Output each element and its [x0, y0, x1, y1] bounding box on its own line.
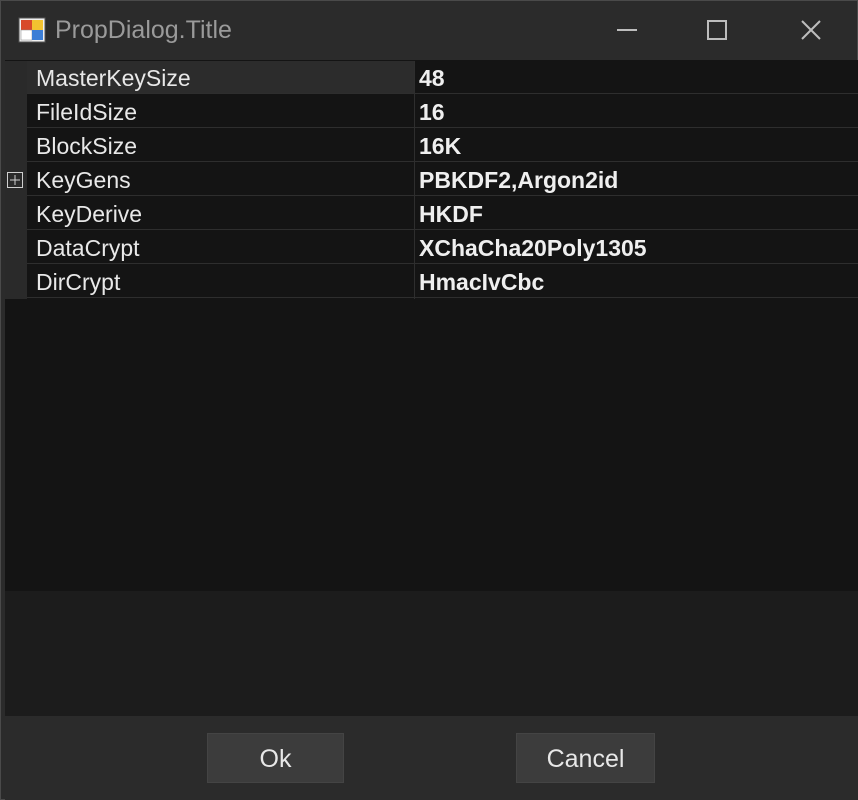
property-row-fileidsize[interactable]: FileIdSize 16 — [5, 95, 858, 129]
maximize-icon — [707, 20, 727, 40]
property-row-blocksize[interactable]: BlockSize 16K — [5, 129, 858, 163]
window-title: PropDialog.Title — [55, 16, 232, 44]
prop-dialog-window: PropDialog.Title MasterKeySize 48 FileId… — [0, 0, 858, 800]
ok-button[interactable]: Ok — [207, 733, 344, 783]
property-row-masterkeysize[interactable]: MasterKeySize 48 — [5, 61, 858, 95]
property-value[interactable]: HKDF — [415, 197, 858, 230]
property-value[interactable]: 16 — [415, 95, 858, 128]
property-row-keyderive[interactable]: KeyDerive HKDF — [5, 197, 858, 231]
button-bar — [5, 716, 858, 800]
property-name[interactable]: DirCrypt — [27, 265, 414, 298]
property-value[interactable]: 16K — [415, 129, 858, 162]
property-name[interactable]: KeyGens — [27, 163, 414, 196]
property-value[interactable]: 48 — [415, 61, 858, 94]
property-value[interactable]: XChaCha20Poly1305 — [415, 231, 858, 264]
expand-plus-icon[interactable] — [7, 172, 23, 188]
property-row-keygens[interactable]: KeyGens PBKDF2,Argon2id — [5, 163, 858, 197]
property-row-datacrypt[interactable]: DataCrypt XChaCha20Poly1305 — [5, 231, 858, 265]
close-icon — [801, 20, 821, 40]
property-value[interactable]: HmacIvCbc — [415, 265, 858, 298]
property-name[interactable]: DataCrypt — [27, 231, 414, 264]
cancel-button[interactable]: Cancel — [516, 733, 655, 783]
close-button[interactable] — [765, 1, 857, 59]
maximize-button[interactable] — [671, 1, 763, 59]
minimize-button[interactable] — [581, 1, 673, 59]
property-grid[interactable]: MasterKeySize 48 FileIdSize 16 BlockSize… — [5, 60, 858, 591]
property-name[interactable]: MasterKeySize — [27, 61, 414, 94]
property-value[interactable]: PBKDF2,Argon2id — [415, 163, 858, 196]
property-name[interactable]: FileIdSize — [27, 95, 414, 128]
property-name[interactable]: KeyDerive — [27, 197, 414, 230]
property-row-dircrypt[interactable]: DirCrypt HmacIvCbc — [5, 265, 858, 299]
property-description-panel — [5, 591, 858, 716]
app-icon — [18, 17, 46, 43]
property-name[interactable]: BlockSize — [27, 129, 414, 162]
title-bar[interactable]: PropDialog.Title — [1, 1, 857, 59]
minimize-icon — [617, 29, 637, 31]
